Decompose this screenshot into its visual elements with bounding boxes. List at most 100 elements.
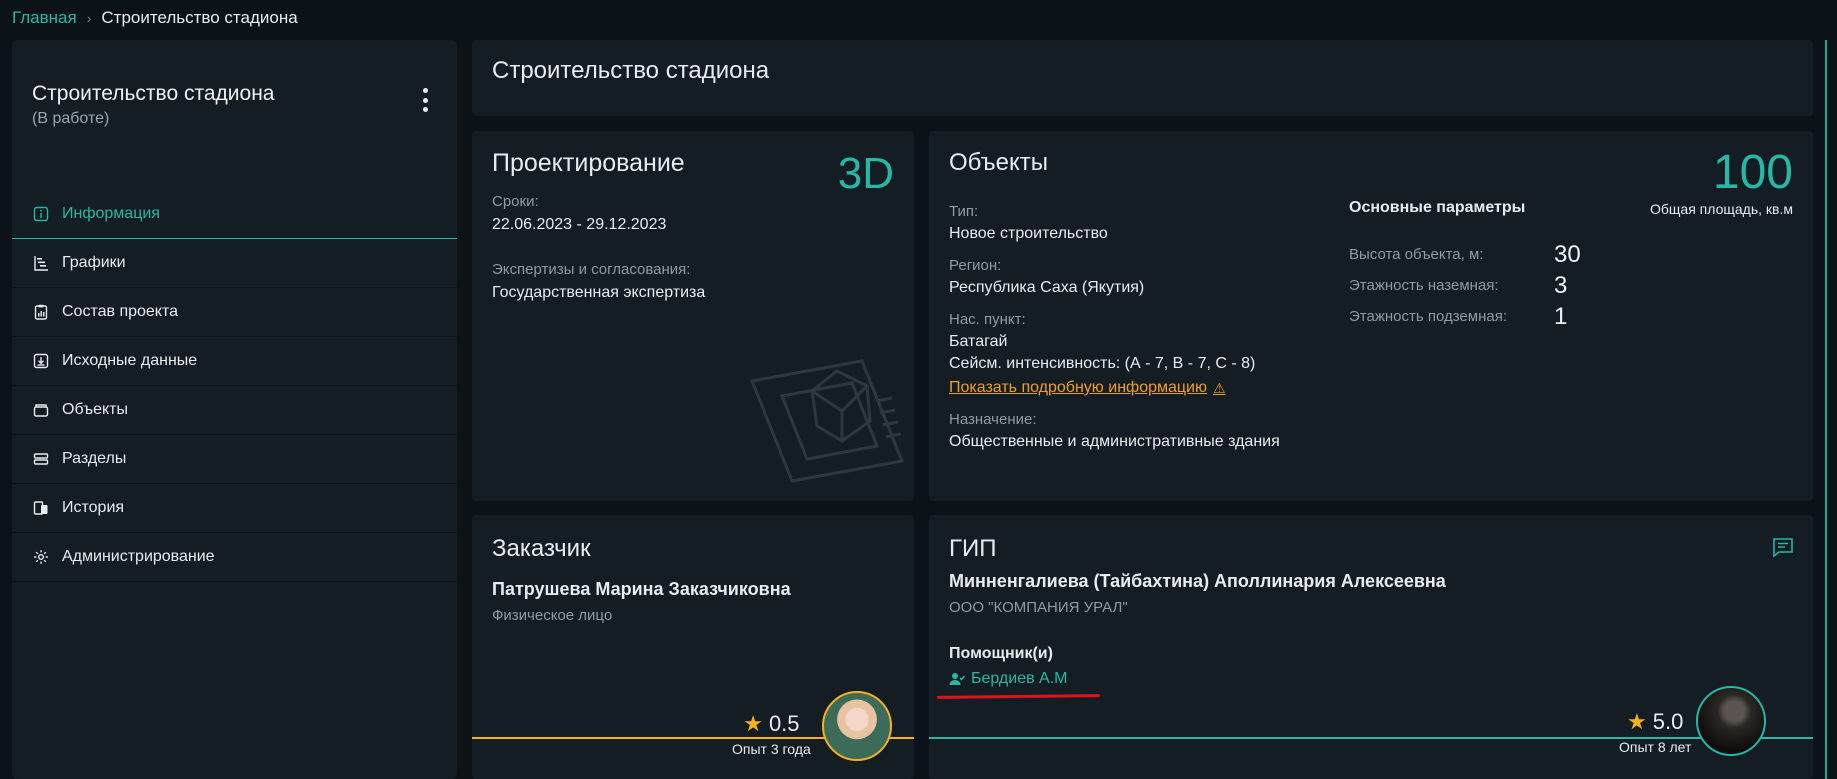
client-avatar[interactable] (822, 691, 892, 761)
param-value: 1 (1554, 302, 1568, 330)
client-card: Заказчик Патрушева Марина Заказчиковна Ф… (472, 515, 914, 779)
more-dot (422, 107, 428, 112)
type-value: Новое строительство (949, 225, 1108, 242)
objects-card: Объекты Тип: Новое строительство Регион:… (929, 131, 1813, 501)
client-type: Физическое лицо (492, 607, 613, 624)
param-label: Высота объекта, м: (1349, 246, 1484, 263)
total-area-value: 100 (1712, 146, 1793, 199)
sidebar-item-info[interactable]: Информация (12, 190, 457, 239)
objects-title: Объекты (949, 149, 1048, 176)
gip-card: ГИП Минненгалиева (Тайбахтина) Аполлинар… (929, 515, 1813, 779)
total-area: 100 Общая площадь, кв.м (1649, 146, 1793, 218)
sidebar-item-charts[interactable]: Графики (12, 239, 457, 288)
expertise-block: Экспертизы и согласования: Государственн… (492, 261, 705, 302)
design-illustration-icon (749, 359, 905, 483)
region-label: Регион: (949, 257, 1002, 274)
gear-icon (32, 548, 50, 566)
objects-details: Тип: Новое строительство Регион: Республ… (949, 203, 1280, 465)
param-row: Этажность подземная: 1 (1349, 301, 1581, 332)
locality-label: Нас. пункт: (949, 311, 1026, 328)
clipboard-chart-icon (32, 303, 50, 321)
sections-icon (32, 450, 50, 468)
seismic-intensity: Сейсм. интенсивность: (А - 7, В - 7, С -… (949, 355, 1256, 372)
sidebar-item-history[interactable]: История (12, 484, 457, 533)
box-icon (32, 401, 50, 419)
expertise-value: Государственная экспертиза (492, 284, 706, 301)
gantt-icon (32, 254, 50, 272)
user-check-icon (949, 673, 965, 685)
region-value: Республика Саха (Якутия) (949, 279, 1145, 296)
total-area-caption: Общая площадь, кв.м (1649, 201, 1793, 217)
gip-rating-value: 5.0 (1652, 709, 1684, 734)
sidebar-item-sections[interactable]: Разделы (12, 435, 457, 484)
breadcrumb-current: Строительство стадиона (101, 8, 298, 27)
type-label: Тип: (949, 203, 979, 220)
param-row: Этажность наземная: 3 (1349, 270, 1581, 301)
client-rating-value: 0.5 (768, 711, 800, 736)
sidebar-item-source-data[interactable]: Исходные данные (12, 337, 457, 386)
main-parameters: Основные параметры Высота объекта, м: 30… (1349, 199, 1581, 332)
sidebar-item-label: Исходные данные (62, 352, 198, 369)
terms-label: Сроки: (492, 193, 539, 210)
client-rating: ★ 0.5 Опыт 3 года (732, 711, 811, 757)
sidebar: Строительство стадиона (В работе) Информ… (12, 40, 457, 779)
gip-title: ГИП (949, 535, 997, 562)
breadcrumb-home-link[interactable]: Главная (12, 8, 77, 28)
design-card: Проектирование 3D Сроки: 22.06.2023 - 29… (472, 131, 914, 501)
sidebar-menu: Информация Графики Состав проекта Исходн… (12, 190, 457, 582)
terms-block: Сроки: 22.06.2023 - 29.12.2023 (492, 193, 666, 234)
sidebar-item-label: Графики (62, 254, 126, 271)
sidebar-item-objects[interactable]: Объекты (12, 386, 457, 435)
page-title-card: Строительство стадиона (472, 40, 1813, 116)
client-experience: Опыт 3 года (732, 741, 811, 757)
param-row: Высота объекта, м: 30 (1349, 239, 1581, 270)
show-details-link[interactable]: Показать подробную информацию ⚠ (949, 379, 1226, 397)
param-value: 3 (1554, 271, 1568, 299)
param-label: Этажность наземная: (1349, 277, 1499, 294)
scrollbar[interactable] (1825, 40, 1827, 779)
param-label: Этажность подземная: (1349, 308, 1508, 325)
gip-avatar[interactable] (1696, 686, 1766, 756)
locality-value: Батагай (949, 333, 1008, 350)
design-title: Проектирование (492, 149, 685, 177)
sidebar-item-label: Разделы (62, 450, 127, 467)
breadcrumb: Главная › Строительство стадиона (12, 8, 298, 28)
sidebar-item-label: История (62, 499, 125, 516)
main-parameters-heading: Основные параметры (1349, 199, 1526, 216)
breadcrumb-separator: › (86, 10, 92, 26)
assistants-heading: Помощник(и) (949, 645, 1053, 662)
purpose-value: Общественные и административные здания (949, 433, 1280, 450)
param-value: 30 (1554, 240, 1581, 268)
info-icon (32, 205, 50, 223)
gip-experience: Опыт 8 лет (1619, 739, 1692, 755)
sidebar-item-project-composition[interactable]: Состав проекта (12, 288, 457, 337)
gip-organization: ООО "КОМПАНИЯ УРАЛ" (949, 599, 1128, 616)
purpose-label: Назначение: (949, 411, 1037, 428)
project-title: Строительство стадиона (32, 82, 275, 105)
sidebar-header: Строительство стадиона (В работе) (32, 82, 274, 128)
sidebar-item-label: Объекты (62, 401, 128, 418)
assistant-link[interactable]: Бердиев А.М (949, 670, 1068, 688)
gip-name: Минненгалиева (Тайбахтина) Аполлинария А… (949, 571, 1446, 591)
page-title: Строительство стадиона (492, 57, 770, 84)
annotation-underline (936, 694, 1101, 699)
sidebar-item-label: Информация (62, 205, 160, 222)
sidebar-item-administration[interactable]: Администрирование (12, 533, 457, 582)
star-icon: ★ (743, 711, 763, 736)
client-name: Патрушева Марина Заказчиковна (492, 579, 791, 599)
show-details-label: Показать подробную информацию (949, 379, 1207, 396)
warning-icon: ⚠ (1212, 379, 1226, 396)
download-box-icon (32, 352, 50, 370)
gip-rating: ★ 5.0 Опыт 8 лет (1619, 709, 1691, 755)
client-title: Заказчик (492, 535, 591, 562)
assistant-name: Бердиев А.М (971, 670, 1068, 687)
design-3d-badge: 3D (837, 149, 894, 198)
more-menu-button[interactable] (421, 88, 429, 112)
project-status: (В работе) (32, 110, 110, 127)
star-icon: ★ (1627, 709, 1647, 734)
sidebar-item-label: Администрирование (62, 548, 215, 565)
expertise-label: Экспертизы и согласования: (492, 261, 691, 278)
terms-value: 22.06.2023 - 29.12.2023 (492, 216, 667, 233)
chat-icon[interactable] (1771, 537, 1795, 559)
sidebar-item-label: Состав проекта (62, 303, 179, 320)
